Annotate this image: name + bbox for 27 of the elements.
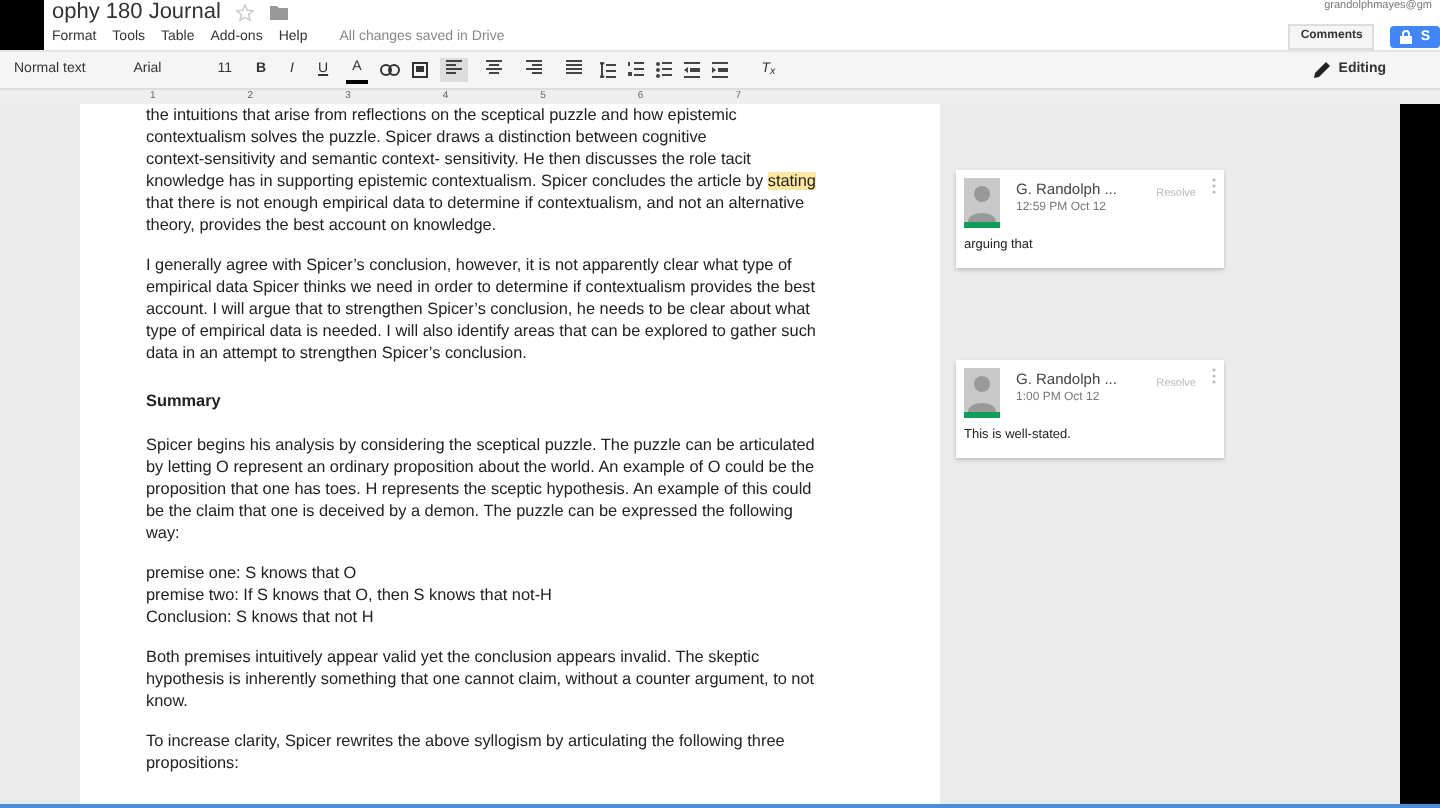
- bulleted-list-icon[interactable]: [655, 62, 672, 78]
- lock-icon: [1400, 30, 1413, 44]
- avatar-icon: [964, 178, 1000, 228]
- align-left-button[interactable]: [439, 57, 468, 83]
- paragraph: To increase clarity, Spicer rewrites the above syllogism by articulating the following three propositions:: [146, 730, 787, 774]
- paragraph: premise one: S knows that O premise two: If S knows that O, then S knows that not-H Conclusion: S knows that not H: [146, 562, 554, 628]
- section-heading: Summary: [146, 390, 223, 412]
- paragraph: I generally agree with Spicer’s conclusion, however, it is not apparently clear what type of empirical data Spicer thinks we need in order to determine if contextualism provides the best account. I will argue that to strengthen Spicer’s conclusion, he needs to be clear about what type of empirical data is needed. I will also identify areas that can be explored to gather such data in an attempt to strengthen Spicer’s conclusion.: [146, 254, 818, 364]
- numbered-list-icon[interactable]: [627, 62, 644, 78]
- link-icon[interactable]: [379, 64, 400, 76]
- dark-edge: [0, 0, 44, 50]
- increase-indent-icon[interactable]: [711, 62, 728, 78]
- line-spacing-icon[interactable]: [599, 62, 616, 78]
- document-title[interactable]: ophy 180 Journal: [52, 0, 221, 24]
- paragraph: the intuitions that arise from reflections on the sceptical puzzle and how epistemic contextualism solves the puzzle. Spicer draws a distinction between cognitive context-sensitivity and semantic context- sensitivity. He then discusses the role tacit knowledge has in supporting epistemic contextualism. Spicer concludes the article by stating that there is not enough empirical data to determine if contextualism, and not an alternative theory, provides the best account on knowledge.: [146, 104, 818, 236]
- decrease-indent-icon[interactable]: [683, 62, 700, 78]
- star-icon[interactable]: [236, 3, 255, 21]
- pencil-icon: [1314, 62, 1331, 78]
- avatar-icon: [964, 367, 1000, 418]
- comment-icon[interactable]: [411, 62, 428, 78]
- paragraph: Spicer begins his analysis by considering the sceptical puzzle. The puzzle can be articulated by letting O represent an ordinary proposition about the world. An example of O could be the proposition that one has toes. H represents the sceptic hypothesis. An example of this could be the claim that one is deceived by a demon. The puzzle can be expressed the following way:: [146, 434, 817, 544]
- align-left-icon: [445, 59, 462, 76]
- align-right-icon: [525, 59, 542, 76]
- align-justify-icon: [565, 59, 582, 76]
- folder-icon[interactable]: [270, 4, 289, 20]
- align-center-icon: [485, 59, 502, 76]
- paragraph: Both premises intuitively appear valid yet the conclusion appears invalid. The skeptic hypothesis is inherently something that one cannot claim, without a counter argument, to not know.: [146, 646, 817, 712]
